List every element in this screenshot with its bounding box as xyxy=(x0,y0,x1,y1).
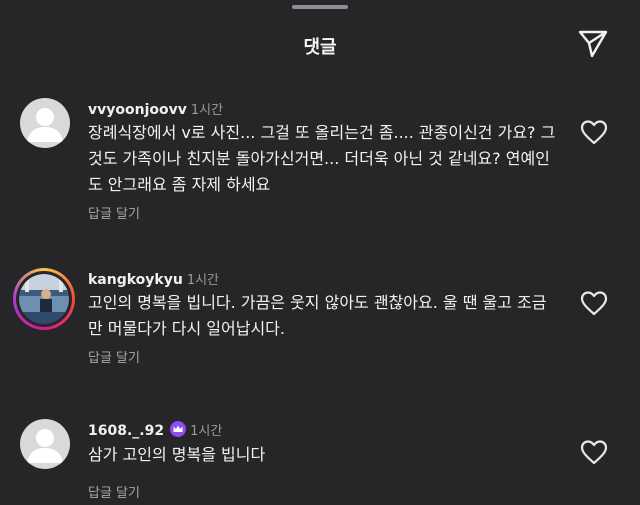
sheet-drag-handle[interactable] xyxy=(292,5,348,9)
profile-photo xyxy=(19,274,69,324)
heart-icon[interactable] xyxy=(580,439,608,465)
comment-header: vvyoonjoovv 1시간 xyxy=(88,99,223,118)
reply-button[interactable]: 답글 달기 xyxy=(88,482,140,501)
avatar[interactable] xyxy=(20,98,70,148)
heart-icon[interactable] xyxy=(580,119,608,145)
comment-text: 삼가 고인의 명복을 빕니다 xyxy=(88,445,266,464)
avatar[interactable] xyxy=(20,419,70,469)
comment-header: 1608._.92 1시간 xyxy=(88,420,222,439)
avatar[interactable] xyxy=(13,268,75,330)
reply-button[interactable]: 답글 달기 xyxy=(88,347,140,366)
page-title: 댓글 xyxy=(303,37,337,58)
reply-button[interactable]: 답글 달기 xyxy=(88,203,140,222)
default-avatar-icon xyxy=(27,108,63,142)
timestamp: 1시간 xyxy=(190,103,224,118)
default-avatar-icon xyxy=(27,429,63,463)
comments-sheet: 댓글 vvyoonjoovv 1시간 장례식장에서 v로 사진... 그걸 또 올… xyxy=(0,0,640,505)
username[interactable]: 1608._.92 xyxy=(88,423,164,439)
comment-header: kangkoykyu 1시간 xyxy=(88,269,219,288)
heart-icon[interactable] xyxy=(580,290,608,316)
crown-badge-icon xyxy=(170,421,187,437)
comment-text: 고인의 명복을 빕니다. 가끔은 웃지 않아도 괜찮아요. 울 땐 울고 조금만… xyxy=(88,293,547,338)
username[interactable]: kangkoykyu xyxy=(88,272,183,288)
comment-text: 장례식장에서 v로 사진... 그걸 또 올리는건 좀.... 관종이신건 가요… xyxy=(88,123,556,194)
timestamp: 1시간 xyxy=(190,424,223,439)
share-icon[interactable] xyxy=(576,26,610,60)
timestamp: 1시간 xyxy=(186,273,220,288)
username[interactable]: vvyoonjoovv xyxy=(88,102,187,118)
